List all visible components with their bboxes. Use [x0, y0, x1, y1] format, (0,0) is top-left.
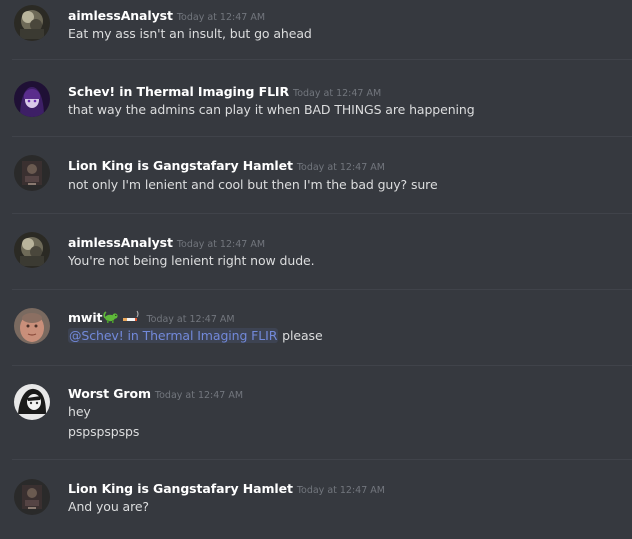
- username[interactable]: aimlessAnalyst: [68, 235, 173, 250]
- username[interactable]: mwit: [68, 310, 103, 325]
- avatar[interactable]: [14, 232, 50, 268]
- message-text: not only I'm lenient and cool but then I…: [68, 177, 438, 192]
- username[interactable]: Schev! in Thermal Imaging FLIR: [68, 84, 289, 99]
- message-group: Schev! in Thermal Imaging FLIR Today at 1…: [0, 60, 632, 137]
- message-group: Worst Grom Today at 12:47 AM hey pspspsps…: [0, 366, 632, 460]
- timestamp: Today at 12:47 AM: [176, 239, 266, 250]
- username[interactable]: Lion King is Gangstafary Hamlet: [68, 158, 293, 173]
- avatar[interactable]: [14, 155, 50, 191]
- message-group: Lion King is Gangstafary Hamlet Today at …: [0, 460, 632, 539]
- avatar-image: [14, 384, 50, 420]
- message-header: Worst Grom Today at 12:47 AM: [68, 385, 243, 404]
- message-text-tail: please: [278, 328, 323, 343]
- avatar[interactable]: [14, 308, 50, 344]
- avatar-image: [14, 5, 50, 41]
- lizard-emoji-icon: [103, 310, 119, 327]
- avatar[interactable]: [14, 5, 50, 41]
- timestamp: Today at 12:47 AM: [146, 314, 235, 325]
- message-text: @Schev! in Thermal Imaging FLIR please: [68, 326, 323, 346]
- message-header: Lion King is Gangstafary Hamlet Today at …: [68, 157, 385, 176]
- message-text: pspspspsps: [68, 424, 140, 439]
- message-group: aimlessAnalyst Today at 12:47 AM You're n…: [0, 214, 632, 290]
- message-group: mwit Today at 12:47 AM @Schev! in Therma…: [0, 290, 632, 366]
- timestamp: Today at 12:47 AM: [176, 12, 266, 23]
- avatar-image: [14, 81, 50, 117]
- message-text: hey: [68, 404, 91, 419]
- message-text: And you are?: [68, 499, 149, 514]
- username[interactable]: Worst Grom: [68, 386, 151, 401]
- avatar-image: [14, 155, 50, 191]
- message-group: aimlessAnalyst Today at 12:47 AM Eat my a…: [0, 0, 632, 60]
- message-text: You're not being lenient right now dude.: [68, 253, 315, 268]
- username[interactable]: aimlessAnalyst: [68, 8, 173, 23]
- timestamp: Today at 12:47 AM: [154, 390, 244, 401]
- timestamp: Today at 12:47 AM: [293, 88, 382, 99]
- username[interactable]: Lion King is Gangstafary Hamlet: [68, 481, 293, 496]
- avatar[interactable]: [14, 479, 50, 515]
- cigarette-emoji-icon: [122, 310, 140, 327]
- timestamp: Today at 12:47 AM: [296, 485, 385, 496]
- avatar-image: [14, 479, 50, 515]
- avatar-image: [14, 308, 50, 344]
- avatar[interactable]: [14, 384, 50, 420]
- message-group: Lion King is Gangstafary Hamlet Today at …: [0, 137, 632, 214]
- timestamp: Today at 12:47 AM: [296, 162, 385, 173]
- avatar[interactable]: [14, 81, 50, 117]
- user-mention[interactable]: @Schev! in Thermal Imaging FLIR: [68, 328, 279, 343]
- message-text: Eat my ass isn't an insult, but go ahead: [68, 26, 312, 41]
- chat-messages: aimlessAnalyst Today at 12:47 AM Eat my a…: [0, 0, 632, 539]
- message-text: that way the admins can play it when BAD…: [68, 102, 475, 117]
- avatar-image: [14, 232, 50, 268]
